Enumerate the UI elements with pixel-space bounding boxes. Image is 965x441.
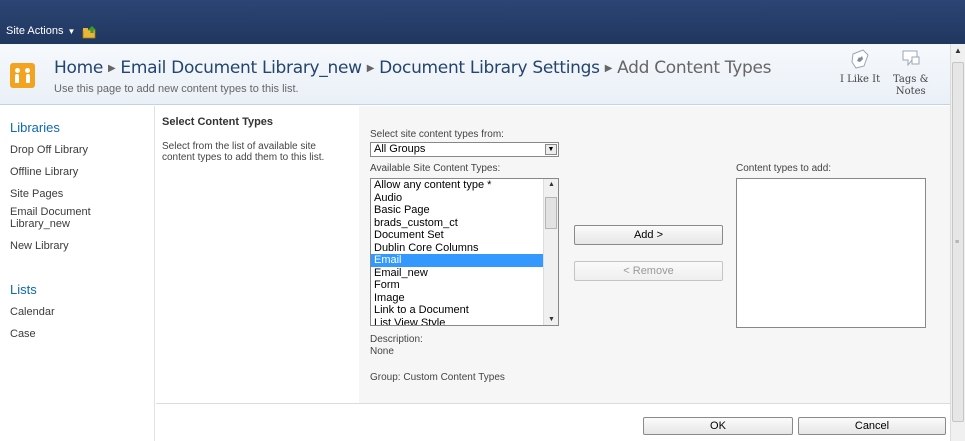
nav-item-calendar[interactable]: Calendar: [10, 306, 150, 318]
nav-item-label-line2: Library_new: [10, 218, 70, 230]
tags-label-line2: Notes: [895, 86, 926, 97]
listbox-scroll-thumb[interactable]: [545, 197, 557, 229]
site-actions-menu[interactable]: Site Actions ▼: [6, 25, 75, 37]
breadcrumb-separator-icon: ▶: [604, 63, 613, 74]
listbox-scrollbar[interactable]: ▲ ▼: [543, 179, 558, 325]
quick-launch: Libraries Drop Off Library Offline Libra…: [0, 106, 155, 441]
ribbon-bar: Site Actions ▼: [0, 0, 965, 44]
dropdown-arrow-icon: ▼: [545, 144, 557, 155]
page-description: Use this page to add new content types t…: [54, 83, 299, 95]
list-item[interactable]: Document Set: [371, 229, 558, 242]
types-to-add-label: Content types to add:: [736, 163, 832, 174]
breadcrumb-separator-icon: ▶: [108, 63, 116, 74]
nav-item-new-library[interactable]: New Library: [10, 240, 150, 252]
list-item-selected[interactable]: Email: [371, 254, 558, 267]
section-title: Select Content Types: [162, 116, 274, 128]
tags-notes-button[interactable]: Tags & Notes: [893, 48, 928, 98]
nav-item-site-pages[interactable]: Site Pages: [10, 188, 150, 200]
nav-item-offline-library[interactable]: Offline Library: [10, 166, 150, 178]
description-value: None: [370, 346, 394, 357]
breadcrumb-library-settings[interactable]: Document Library Settings: [379, 58, 600, 78]
list-item[interactable]: List View Style: [371, 317, 558, 326]
available-types-listbox[interactable]: Allow any content type * Audio Basic Pag…: [370, 178, 559, 326]
chevron-down-icon: ▼: [67, 26, 76, 36]
section-description-panel: Select Content Types Select from the lis…: [156, 106, 359, 404]
list-item[interactable]: brads_custom_ct: [371, 217, 558, 230]
tag-note-icon: [902, 50, 920, 67]
content-type-picker: Select site content types from: All Grou…: [359, 106, 950, 404]
breadcrumb-separator-icon: ▶: [366, 63, 375, 74]
remove-button[interactable]: < Remove: [574, 261, 723, 281]
types-to-add-listbox[interactable]: [736, 178, 926, 328]
site-actions-label: Site Actions: [6, 25, 64, 37]
list-item[interactable]: Basic Page: [371, 204, 558, 217]
breadcrumb: Home ▶ Email Document Library_new ▶ Document…: [54, 58, 772, 78]
list-item[interactable]: Form: [371, 279, 558, 292]
nav-item-case[interactable]: Case: [10, 328, 150, 340]
list-item[interactable]: Audio: [371, 192, 558, 205]
tags-label-line1: Tags &: [893, 74, 929, 85]
add-button[interactable]: Add >: [574, 225, 723, 245]
scrollbar-thumb[interactable]: ≡: [952, 62, 964, 422]
select-from-label: Select site content types from:: [370, 129, 504, 140]
group-info: Group: Custom Content Types: [370, 372, 505, 383]
grip-icon: ≡: [955, 239, 960, 246]
nav-heading-libraries[interactable]: Libraries: [10, 120, 60, 135]
list-item[interactable]: Link to a Document: [371, 304, 558, 317]
scroll-down-icon[interactable]: ▼: [548, 316, 555, 323]
main-content: Select Content Types Select from the lis…: [156, 106, 950, 441]
i-like-it-label: I Like It: [840, 74, 881, 85]
nav-item-label-line1: Email Document: [10, 206, 91, 218]
cancel-button[interactable]: Cancel: [798, 417, 946, 435]
description-label: Description:: [370, 334, 423, 345]
ok-button[interactable]: OK: [643, 417, 793, 435]
list-item[interactable]: Email_new: [371, 267, 558, 280]
breadcrumb-current: Add Content Types: [617, 58, 772, 78]
nav-item-email-document-library[interactable]: Email Document Library_new: [10, 206, 150, 230]
divider: [156, 403, 950, 404]
page-title-area: Home ▶ Email Document Library_new ▶ Document…: [0, 44, 950, 105]
nav-heading-lists[interactable]: Lists: [10, 282, 37, 297]
page-scrollbar[interactable]: ▲ ≡: [950, 44, 965, 441]
navigate-up-icon[interactable]: [82, 25, 98, 39]
breadcrumb-library[interactable]: Email Document Library_new: [120, 58, 362, 78]
list-item[interactable]: Image: [371, 292, 558, 305]
breadcrumb-home[interactable]: Home: [54, 58, 103, 78]
group-filter-select[interactable]: All Groups ▼: [370, 142, 559, 157]
scroll-up-icon[interactable]: ▲: [954, 46, 962, 55]
nav-item-drop-off-library[interactable]: Drop Off Library: [10, 144, 150, 156]
i-like-it-button[interactable]: I Like It: [840, 48, 880, 85]
list-item[interactable]: Allow any content type *: [371, 179, 558, 192]
group-filter-value: All Groups: [374, 143, 426, 155]
scroll-up-icon[interactable]: ▲: [548, 181, 555, 188]
available-types-label: Available Site Content Types:: [370, 163, 501, 174]
section-description: Select from the list of available site c…: [162, 141, 325, 163]
thumbs-up-icon: [851, 49, 869, 69]
site-logo-icon[interactable]: [10, 63, 35, 88]
list-item[interactable]: Dublin Core Columns: [371, 242, 558, 255]
